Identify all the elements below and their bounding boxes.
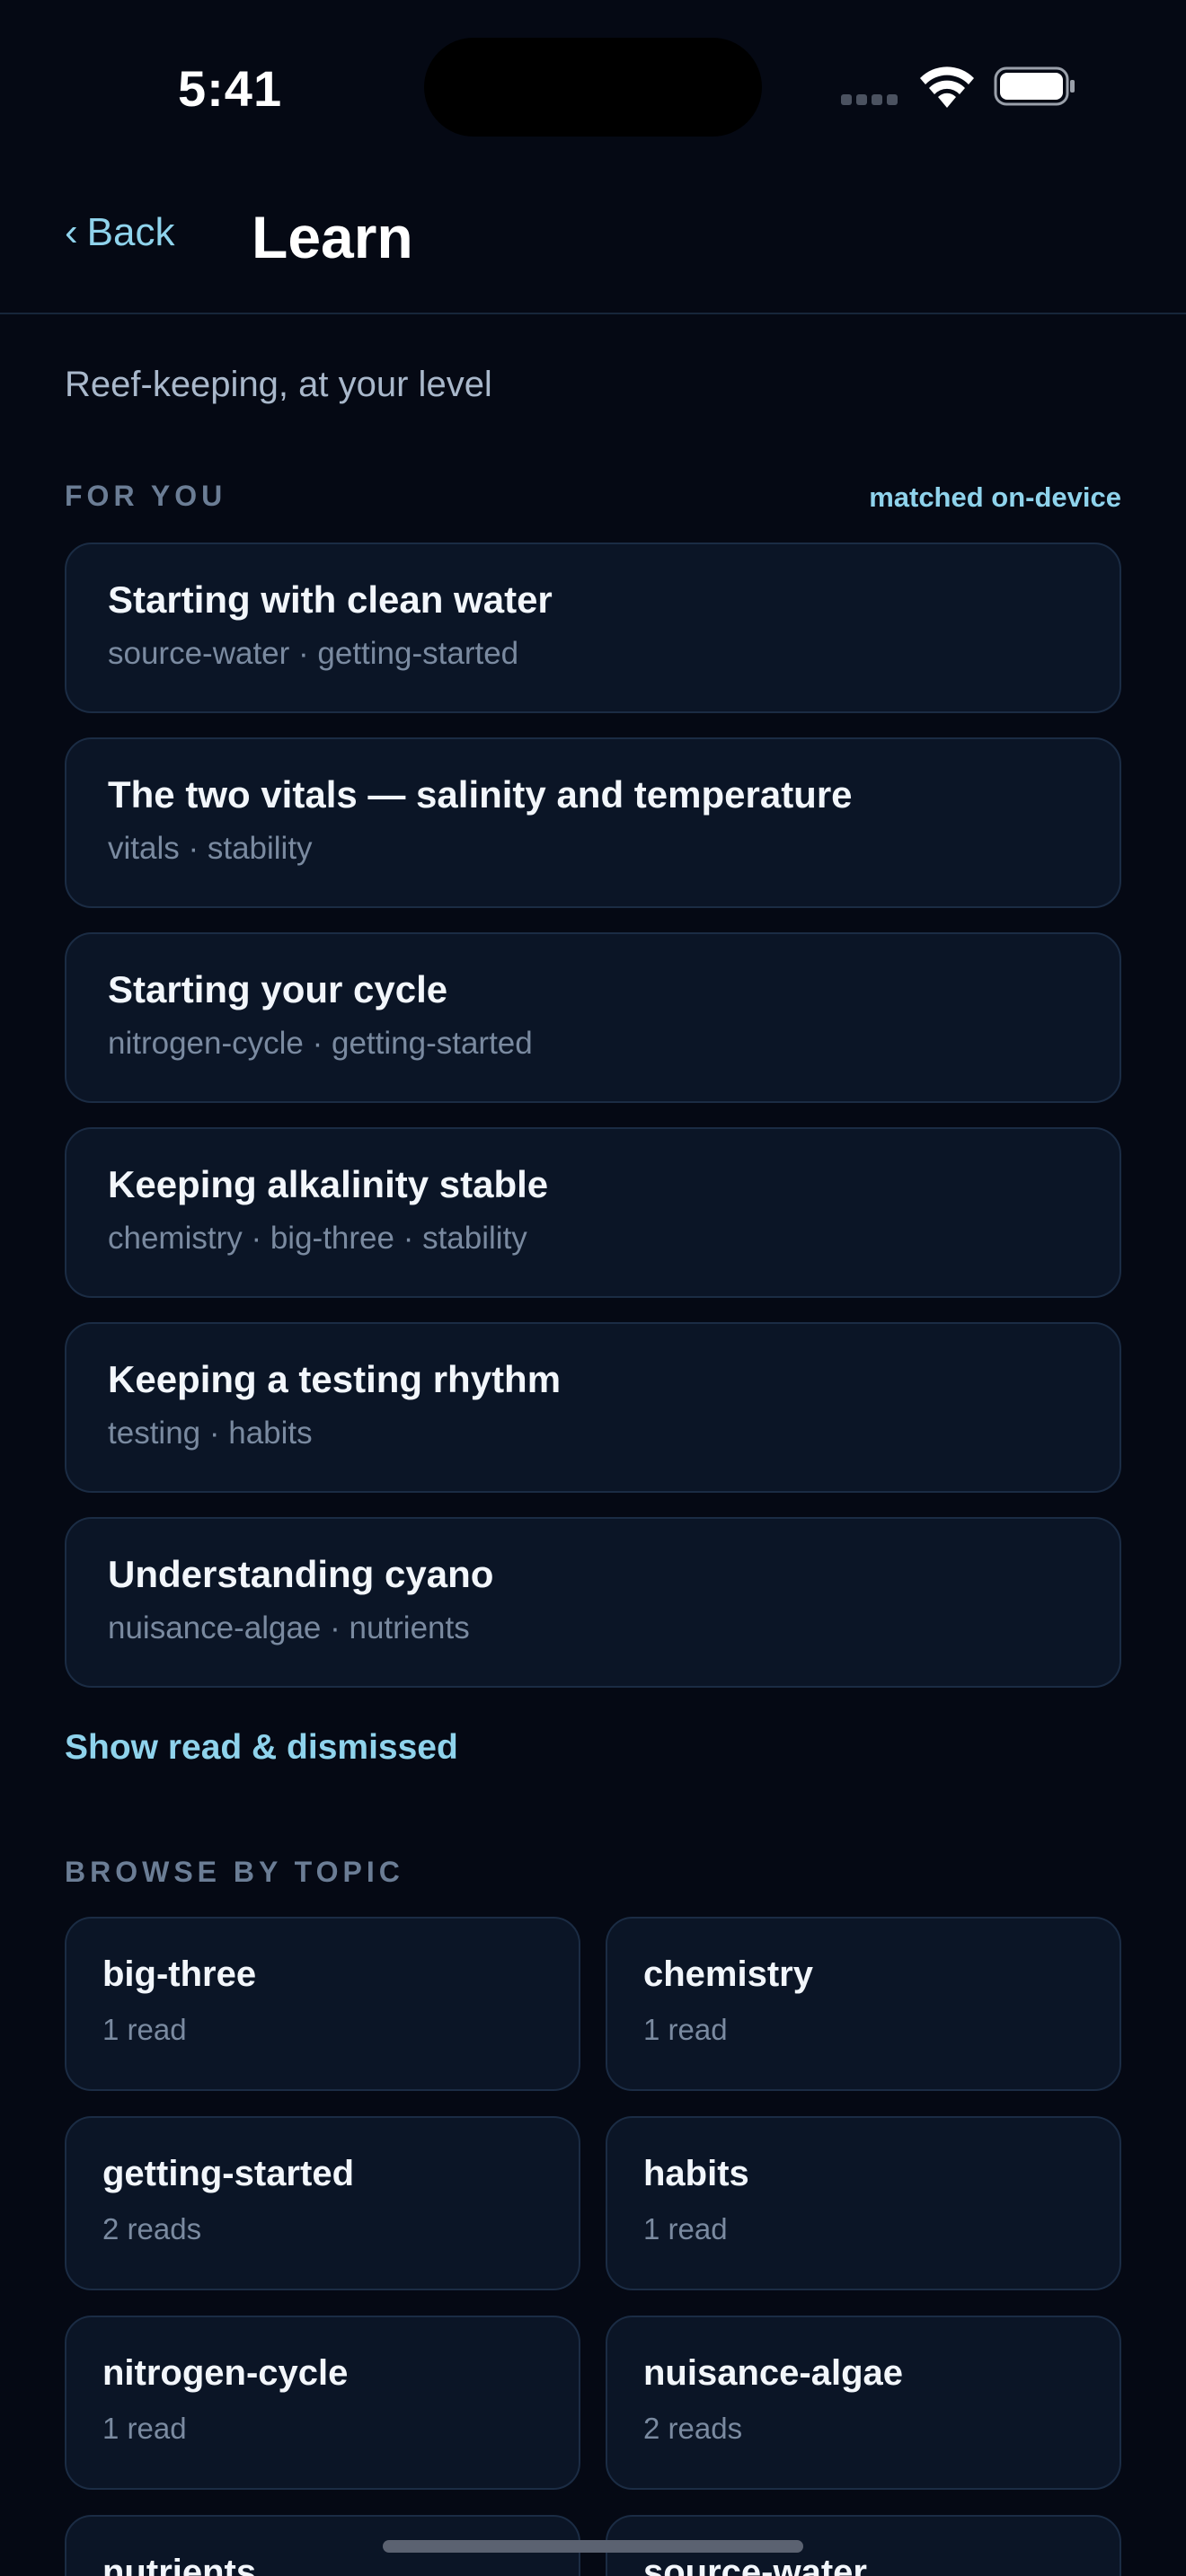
topic-read-count: 1 read — [643, 2013, 728, 2046]
matched-on-device-note: matched on-device — [869, 481, 1121, 513]
article-title: Keeping a testing rhythm — [108, 1358, 562, 1400]
topic-name: habits — [643, 2154, 749, 2193]
topic-read-count: 2 reads — [102, 2212, 202, 2245]
back-button[interactable]: ‹ Back — [65, 210, 174, 255]
topic-name: source-water — [643, 2553, 867, 2576]
article-card[interactable]: Understanding cyano nuisance-algae · nut… — [65, 1517, 1121, 1688]
article-tags: testing · habits — [108, 1416, 313, 1451]
topic-card-nitrogen-cycle[interactable]: nitrogen-cycle 1 read — [65, 2316, 580, 2490]
nav-bar: ‹ Back Learn — [0, 171, 1186, 314]
article-tags: nuisance-algae · nutrients — [108, 1610, 470, 1645]
article-title: Starting your cycle — [108, 968, 448, 1010]
topic-card-getting-started[interactable]: getting-started 2 reads — [65, 2116, 580, 2290]
article-card[interactable]: The two vitals — salinity and temperatur… — [65, 737, 1121, 908]
article-title: Keeping alkalinity stable — [108, 1163, 549, 1205]
browse-header: BROWSE BY TOPIC — [65, 1856, 1121, 1895]
topic-name: nutrients — [102, 2553, 257, 2576]
topic-name: getting-started — [102, 2154, 354, 2193]
topic-card-big-three[interactable]: big-three 1 read — [65, 1917, 580, 2091]
topic-read-count: 1 read — [102, 2013, 187, 2046]
topic-card-chemistry[interactable]: chemistry 1 read — [606, 1917, 1121, 2091]
article-card[interactable]: Keeping a testing rhythm testing · habit… — [65, 1322, 1121, 1493]
article-card[interactable]: Starting with clean water source-water ·… — [65, 543, 1121, 713]
page-title: Learn — [252, 204, 413, 270]
topic-card-habits[interactable]: habits 1 read — [606, 2116, 1121, 2290]
article-tags: source-water · getting-started — [108, 636, 519, 671]
back-label: Back — [86, 210, 175, 254]
for-you-label: FOR YOU — [65, 480, 227, 512]
dynamic-island — [424, 38, 762, 137]
status-bar: 5:41 — [0, 0, 1186, 171]
topic-name: chemistry — [643, 1954, 813, 1994]
learn-screen: 5:41 ‹ Back Learn Reef-keeping, at your l… — [0, 0, 1186, 2576]
topic-read-count: 1 read — [643, 2212, 728, 2245]
home-indicator[interactable] — [383, 2540, 803, 2553]
battery-icon — [994, 66, 1075, 106]
article-tags: nitrogen-cycle · getting-started — [108, 1026, 533, 1061]
article-list: Starting with clean water source-water ·… — [65, 543, 1121, 1712]
wifi-icon — [920, 66, 974, 108]
page-subtitle: Reef-keeping, at your level — [65, 365, 492, 404]
article-tags: vitals · stability — [108, 831, 313, 866]
topic-name: nitrogen-cycle — [102, 2353, 349, 2393]
show-read-dismissed-link[interactable]: Show read & dismissed — [65, 1728, 458, 1768]
signal-icon — [841, 93, 902, 108]
browse-by-topic-label: BROWSE BY TOPIC — [65, 1856, 404, 1888]
article-title: The two vitals — salinity and temperatur… — [108, 773, 853, 816]
topic-name: nuisance-algae — [643, 2353, 904, 2393]
topic-read-count: 1 read — [102, 2412, 187, 2445]
status-time: 5:41 — [178, 60, 283, 117]
topic-name: big-three — [102, 1954, 257, 1994]
article-card[interactable]: Keeping alkalinity stable chemistry · bi… — [65, 1127, 1121, 1298]
article-title: Understanding cyano — [108, 1553, 494, 1595]
topic-card-nuisance-algae[interactable]: nuisance-algae 2 reads — [606, 2316, 1121, 2490]
for-you-header: FOR YOU matched on-device — [65, 480, 1121, 519]
article-title: Starting with clean water — [108, 578, 553, 621]
topic-read-count: 2 reads — [643, 2412, 743, 2445]
chevron-left-icon: ‹ — [65, 210, 78, 254]
article-card[interactable]: Starting your cycle nitrogen-cycle · get… — [65, 932, 1121, 1103]
article-tags: chemistry · big-three · stability — [108, 1221, 527, 1256]
